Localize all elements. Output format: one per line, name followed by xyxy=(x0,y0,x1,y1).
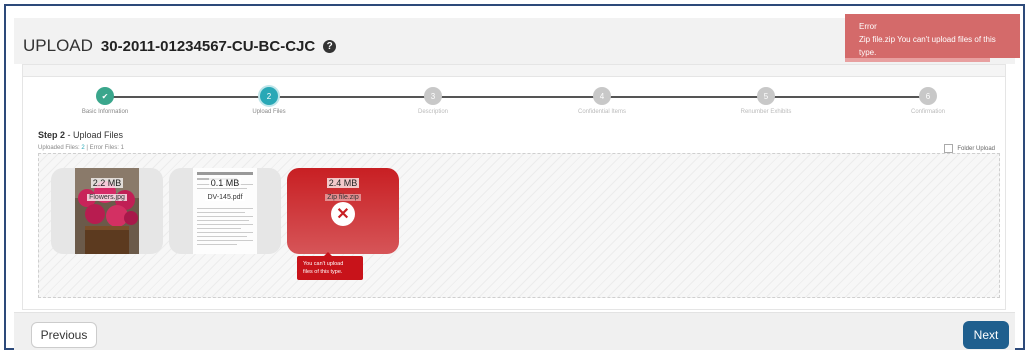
uploaded-count-label: Uploaded Files: xyxy=(38,145,80,151)
file-name: Zip file.zip xyxy=(325,194,361,201)
toast-message: Zip file.zip You can't upload files of t… xyxy=(859,35,996,57)
step-number: 4 xyxy=(593,87,611,105)
step-name: Upload Files xyxy=(73,130,124,140)
step-confidential-items: 4 Confidential Items xyxy=(522,87,682,115)
step-confirmation: 6 Confirmation xyxy=(848,87,1008,115)
step-number-text: Step 2 xyxy=(38,130,66,140)
step-number: 3 xyxy=(424,87,442,105)
tooltip-line-1: You can't upload xyxy=(303,261,344,267)
stepper: ✔ Basic Information 2 Upload Files 3 Des… xyxy=(23,87,1005,119)
error-tooltip: You can't upload files of this type. xyxy=(297,252,363,280)
step-label: Confirmation xyxy=(910,109,945,115)
tooltip-line-2: files of this type. xyxy=(303,269,343,275)
error-x-icon[interactable]: ✕ xyxy=(331,202,355,226)
file-size: 2.2 MB xyxy=(90,178,124,188)
step-number: 5 xyxy=(757,87,775,105)
step-description: 3 Description xyxy=(353,87,513,115)
file-name: Flowers.jpg xyxy=(87,194,127,201)
file-dropzone[interactable]: 2.2 MB Flowers.jpg 0.1 MB DV-145.pdf 2.4… xyxy=(38,153,1000,298)
step-separator: - xyxy=(65,130,74,140)
panel-top-strip xyxy=(23,65,1005,77)
step-number: 2 xyxy=(260,87,278,105)
step-label: Basic Information xyxy=(81,109,129,115)
error-toast[interactable]: Error Zip file.zip You can't upload file… xyxy=(845,14,1020,58)
file-card-zip-error[interactable]: 2.4 MB Zip file.zip ✕ xyxy=(287,168,399,254)
step-number: 6 xyxy=(919,87,937,105)
step-label: Renumber Exhibits xyxy=(740,109,792,115)
step-label: Description xyxy=(417,109,448,115)
folder-upload-checkbox[interactable] xyxy=(944,144,954,153)
error-count-value: 1 xyxy=(120,145,124,151)
file-size: 2.4 MB xyxy=(326,178,360,188)
step-label: Upload Files xyxy=(252,109,286,115)
folder-upload-option[interactable]: Folder Upload xyxy=(944,144,995,153)
file-size: 0.1 MB xyxy=(208,178,242,188)
toast-title: Error xyxy=(859,22,877,31)
folder-upload-label: Folder Upload xyxy=(957,145,995,152)
upload-wizard-window: UPLOAD 30-2011-01234567-CU-BC-CJC ? ✔ Ba… xyxy=(4,4,1025,350)
toast-progress-bar xyxy=(845,58,990,62)
previous-button[interactable]: Previous xyxy=(31,322,97,348)
page-title: UPLOAD 30-2011-01234567-CU-BC-CJC ? xyxy=(23,36,337,56)
case-number: 30-2011-01234567-CU-BC-CJC xyxy=(100,37,316,55)
help-icon[interactable]: ? xyxy=(323,39,337,53)
wizard-panel: ✔ Basic Information 2 Upload Files 3 Des… xyxy=(22,64,1006,310)
next-button[interactable]: Next xyxy=(963,321,1009,349)
check-icon: ✔ xyxy=(96,87,114,105)
file-card-dv145[interactable]: 0.1 MB DV-145.pdf xyxy=(169,168,281,254)
step-heading: Step 2 - Upload Files xyxy=(38,130,123,140)
step-label: Confidential Items xyxy=(577,109,627,115)
file-name: DV-145.pdf xyxy=(205,194,245,201)
upload-label: UPLOAD xyxy=(23,36,93,55)
file-counts: Uploaded Files: 2 | Error Files: 1 xyxy=(38,145,124,151)
step-upload-files[interactable]: 2 Upload Files xyxy=(189,87,349,115)
step-renumber-exhibits: 5 Renumber Exhibits xyxy=(686,87,846,115)
wizard-footer: Previous Next xyxy=(14,312,1015,350)
file-card-flowers[interactable]: 2.2 MB Flowers.jpg xyxy=(51,168,163,254)
error-count-label: Error Files: xyxy=(89,145,119,151)
step-basic-information[interactable]: ✔ Basic Information xyxy=(25,87,185,115)
